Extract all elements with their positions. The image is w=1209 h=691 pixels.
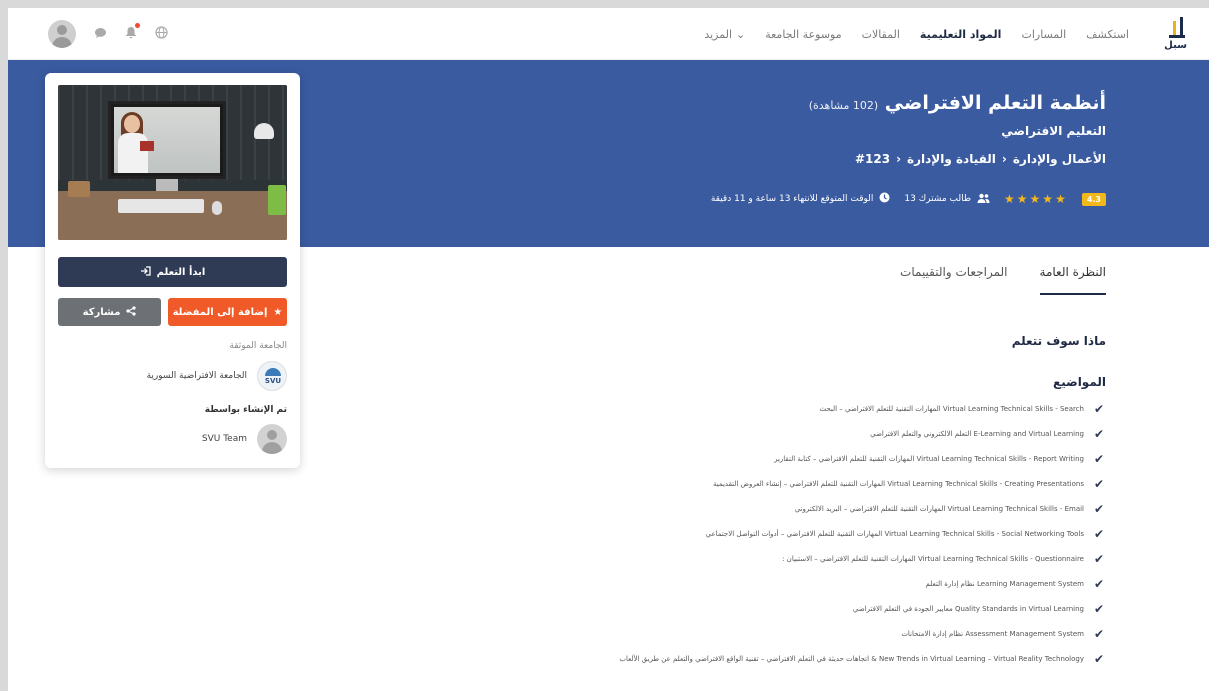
topics-title: المواضيع <box>1053 375 1106 389</box>
list-item: ✔ المهارات التقنية للتعلم الافتراضي – أدو… <box>506 521 1106 546</box>
topic-text: المهارات التقنية للتعلم الافتراضي – كتاب… <box>774 454 1084 463</box>
check-icon: ✔ <box>1093 451 1105 466</box>
globe-icon[interactable] <box>155 26 168 42</box>
nav-link-encyclopedia[interactable]: موسوعة الجامعة <box>765 28 841 41</box>
creator-name: SVU Team <box>201 434 247 444</box>
breadcrumb: الأعمال والإدارة › القيادة والإدارة › #1… <box>855 152 1106 166</box>
breadcrumb-separator: › <box>896 152 902 166</box>
add-to-favorites-button[interactable]: ★ إضافة إلى المفضلة <box>168 298 287 326</box>
duration-meta: الوقت المتوقع للانتهاء 13 ساعة و 11 دقيق… <box>711 192 891 206</box>
topic-text: المهارات التقنية للتعلم الافتراضي – أدوا… <box>705 529 1084 538</box>
university-row[interactable]: SVU الجامعة الافتراضية السورية <box>147 361 287 391</box>
creator-avatar <box>257 424 287 454</box>
check-icon: ✔ <box>1093 601 1105 616</box>
page: سبل استكشف المسارات المواد التعليمية الم… <box>8 8 1209 691</box>
course-tabs: النظرة العامة المراجعات والتقييمات <box>900 265 1106 295</box>
tab-reviews[interactable]: المراجعات والتقييمات <box>900 265 1007 295</box>
site-logo[interactable]: سبل <box>1163 15 1187 55</box>
chat-icon[interactable] <box>94 27 107 42</box>
share-button[interactable]: مشاركة <box>58 298 161 326</box>
course-side-card: ابدأ التعلم ★ إضافة إلى المفضلة مشاركة ا… <box>45 73 300 468</box>
what-you-learn-title: ماذا سوف تتعلم <box>1011 334 1106 348</box>
topic-text: : المهارات التقنية للتعلم الافتراضي – ال… <box>782 554 1084 563</box>
check-icon: ✔ <box>1093 576 1105 591</box>
list-item: ✔ : المهارات التقنية للتعلم الافتراضي – ا… <box>506 546 1106 571</box>
nav-icons <box>48 20 168 48</box>
list-item: ✔ المهارات التقنية للتعلم الافتراضي – إنش… <box>506 471 1106 496</box>
nav-link-paths[interactable]: المسارات <box>1021 28 1066 41</box>
star-icon: ★ <box>273 306 283 318</box>
top-navbar: سبل استكشف المسارات المواد التعليمية الم… <box>8 8 1209 60</box>
list-item: ✔ المهارات التقنية للتعلم الافتراضي – الب… <box>506 396 1106 421</box>
clock-icon <box>879 192 890 206</box>
check-icon: ✔ <box>1093 526 1105 541</box>
rating-badge: 4.3 <box>1081 192 1106 206</box>
course-title: أنظمة التعلم الافتراضي (102 مشاهدة) <box>809 92 1106 114</box>
university-name: الجامعة الافتراضية السورية <box>146 371 247 381</box>
check-icon: ✔ <box>1093 501 1105 516</box>
notification-dot <box>135 23 140 28</box>
course-category[interactable]: التعليم الافتراضي <box>1001 124 1106 138</box>
rating-stars: ★★★★★ <box>1004 192 1068 206</box>
bell-icon[interactable] <box>125 23 140 42</box>
share-label: مشاركة <box>82 306 121 318</box>
topic-text: المهارات التقنية للتعلم الافتراضي – إنشا… <box>713 479 1084 488</box>
check-icon: ✔ <box>1093 551 1105 566</box>
course-title-text: أنظمة التعلم الافتراضي <box>884 92 1106 114</box>
topics-list: ✔ المهارات التقنية للتعلم الافتراضي – الب… <box>506 396 1106 671</box>
topic-text: نظام إدارة التعلم Learning Management Sy… <box>925 579 1085 588</box>
list-item: ✔ نظام إدارة الامتحانات Assessment Manage… <box>506 621 1106 646</box>
created-by-label: تم الإنشاء بواسطة <box>204 405 287 415</box>
topic-text: التعلم الالكتروني والتعلم الافتراضي E-Le… <box>870 429 1084 438</box>
start-learning-button[interactable]: ابدأ التعلم <box>58 257 287 287</box>
course-meta: 4.3 ★★★★★ 13 طالب مشترك الوقت المتوقع لل… <box>711 191 1106 207</box>
list-item: ✔ معايير الجودة في التعلم الافتراضي Quali… <box>506 596 1106 621</box>
chevron-down-icon: ⌄ <box>736 27 746 41</box>
sign-in-icon <box>140 265 151 279</box>
logo-text: سبل <box>1164 40 1187 51</box>
students-count: 13 طالب مشترك <box>904 194 972 204</box>
list-item: ✔ المهارات التقنية للتعلم الافتراضي – كتا… <box>506 446 1106 471</box>
accredited-university-label: الجامعة الموثقة <box>229 341 287 351</box>
add-to-favorites-label: إضافة إلى المفضلة <box>172 306 268 318</box>
university-logo: SVU <box>257 361 287 391</box>
list-item: ✔ نظام إدارة التعلم Learning Management S… <box>506 571 1106 596</box>
check-icon: ✔ <box>1093 651 1105 666</box>
creator-row[interactable]: SVU Team <box>202 424 287 454</box>
user-avatar[interactable] <box>48 20 76 48</box>
duration-text: الوقت المتوقع للانتهاء 13 ساعة و 11 دقيق… <box>710 194 874 204</box>
list-item: ✔ اتجاهات حديثة في التعلم الافتراضي – تقن… <box>506 646 1106 671</box>
check-icon: ✔ <box>1093 426 1105 441</box>
nav-link-explore[interactable]: استكشف <box>1086 28 1129 41</box>
nav-links: استكشف المسارات المواد التعليمية المقالا… <box>704 8 1129 60</box>
nav-more-dropdown[interactable]: المزيد ⌄ <box>704 28 745 41</box>
university-logo-text: SVU <box>264 377 282 385</box>
breadcrumb-separator: › <box>1001 152 1007 166</box>
nav-link-articles[interactable]: المقالات <box>862 28 900 41</box>
check-icon: ✔ <box>1093 626 1105 641</box>
share-icon <box>126 305 136 319</box>
topic-text: نظام إدارة الامتحانات Assessment Managem… <box>901 629 1084 638</box>
breadcrumb-item-business[interactable]: الأعمال والإدارة <box>1013 152 1106 166</box>
check-icon: ✔ <box>1093 476 1105 491</box>
topic-text: معايير الجودة في التعلم الافتراضي Qualit… <box>852 604 1084 613</box>
list-item: ✔ التعلم الالكتروني والتعلم الافتراضي E-L… <box>506 421 1106 446</box>
topic-text: المهارات التقنية للتعلم الافتراضي – البر… <box>794 504 1084 513</box>
nav-link-materials[interactable]: المواد التعليمية <box>920 28 1002 41</box>
tab-overview[interactable]: النظرة العامة <box>1039 265 1106 295</box>
view-count: (102 مشاهدة) <box>808 99 879 112</box>
breadcrumb-item-leadership[interactable]: القيادة والإدارة <box>907 152 996 166</box>
topic-text: المهارات التقنية للتعلم الافتراضي – البح… <box>819 404 1084 413</box>
users-icon <box>977 193 990 206</box>
nav-more-label: المزيد <box>704 27 732 41</box>
check-icon: ✔ <box>1093 401 1105 416</box>
topic-text: اتجاهات حديثة في التعلم الافتراضي – تقني… <box>619 654 1084 663</box>
students-meta: 13 طالب مشترك <box>904 193 990 206</box>
course-thumbnail <box>58 85 287 240</box>
list-item: ✔ المهارات التقنية للتعلم الافتراضي – الب… <box>506 496 1106 521</box>
start-learning-label: ابدأ التعلم <box>156 266 206 278</box>
breadcrumb-item-id: #123 <box>854 152 891 166</box>
